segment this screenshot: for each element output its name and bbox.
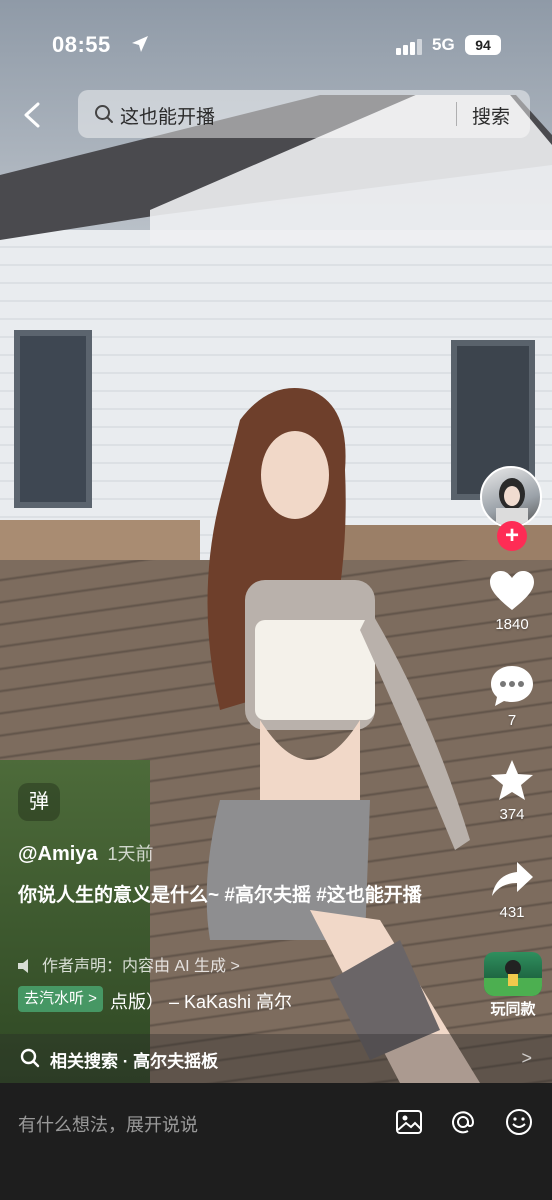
comment-icon xyxy=(491,666,533,706)
author-line: @Amiya 1天前 xyxy=(18,840,154,866)
related-search-text: 相关搜索 · 高尔夫摇板 xyxy=(50,1052,219,1071)
related-search-bar[interactable]: 相关搜索 · 高尔夫摇板 > xyxy=(0,1034,552,1083)
search-input[interactable]: 这也能开播 xyxy=(120,102,215,129)
ai-declaration-text: 作者声明：内容由 AI 生成 > xyxy=(42,958,240,975)
search-bar[interactable]: 这也能开播 搜索 xyxy=(78,90,530,138)
music-row[interactable]: 去汽水听 > 点版） – KaKashi 高尔 xyxy=(18,986,458,1014)
same-style-thumbnail xyxy=(484,952,542,996)
scene-window-left xyxy=(14,330,92,508)
star-icon xyxy=(491,760,533,800)
heart-icon xyxy=(490,571,534,610)
back-arrow-icon[interactable] xyxy=(18,100,48,130)
author-avatar[interactable] xyxy=(480,466,542,528)
emoji-icon[interactable] xyxy=(504,1107,534,1137)
like-button[interactable]: 1840 xyxy=(482,570,542,633)
status-time: 08:55 xyxy=(52,32,111,57)
scene-dancer xyxy=(206,388,480,1083)
share-icon xyxy=(492,862,533,896)
at-icon[interactable] xyxy=(448,1107,478,1137)
image-icon[interactable] xyxy=(394,1107,424,1137)
comment-input[interactable]: 有什么想法，展开说说 xyxy=(18,1111,198,1137)
same-style-label: 玩同款 xyxy=(490,1001,536,1018)
danmu-toggle[interactable]: 弹 xyxy=(18,783,60,821)
search-icon xyxy=(95,105,113,123)
game-character-icon xyxy=(484,960,542,996)
comment-button[interactable]: 7 xyxy=(482,664,542,729)
ai-declaration[interactable]: 作者声明：内容由 AI 生成 > xyxy=(18,952,240,976)
status-bar: 08:55 5G 94 xyxy=(0,0,552,80)
like-count: 1840 xyxy=(495,616,529,633)
search-button[interactable]: 搜索 xyxy=(472,102,510,129)
battery-indicator: 94 xyxy=(465,35,501,55)
comment-bar: 有什么想法，展开说说 xyxy=(0,1083,552,1200)
follow-button[interactable]: + xyxy=(497,521,527,551)
video-player[interactable] xyxy=(0,0,552,1083)
avatar-image xyxy=(496,478,528,526)
chevron-right-icon: > xyxy=(521,1048,532,1068)
share-count: 431 xyxy=(499,904,525,921)
post-caption[interactable]: 你说人生的意义是什么~ #高尔夫摇 #这也能开播 xyxy=(18,882,428,910)
music-title[interactable]: 点版） – KaKashi 高尔 xyxy=(110,988,292,1014)
search-divider xyxy=(456,102,457,126)
network-type: 5G xyxy=(432,35,455,54)
speaker-icon xyxy=(18,959,28,973)
post-time: 1天前 xyxy=(107,844,154,864)
listen-on-qishui-tag[interactable]: 去汽水听 > xyxy=(18,986,103,1012)
signal-icon xyxy=(396,39,422,55)
share-button[interactable]: 431 xyxy=(482,860,542,921)
search-icon xyxy=(20,1048,40,1068)
author-name[interactable]: @Amiya xyxy=(18,843,98,865)
favorite-button[interactable]: 374 xyxy=(482,758,542,823)
comment-count: 7 xyxy=(507,712,517,729)
location-arrow-icon xyxy=(132,36,148,52)
favorite-count: 374 xyxy=(499,806,525,823)
same-style-button[interactable]: 玩同款 xyxy=(478,952,548,1019)
